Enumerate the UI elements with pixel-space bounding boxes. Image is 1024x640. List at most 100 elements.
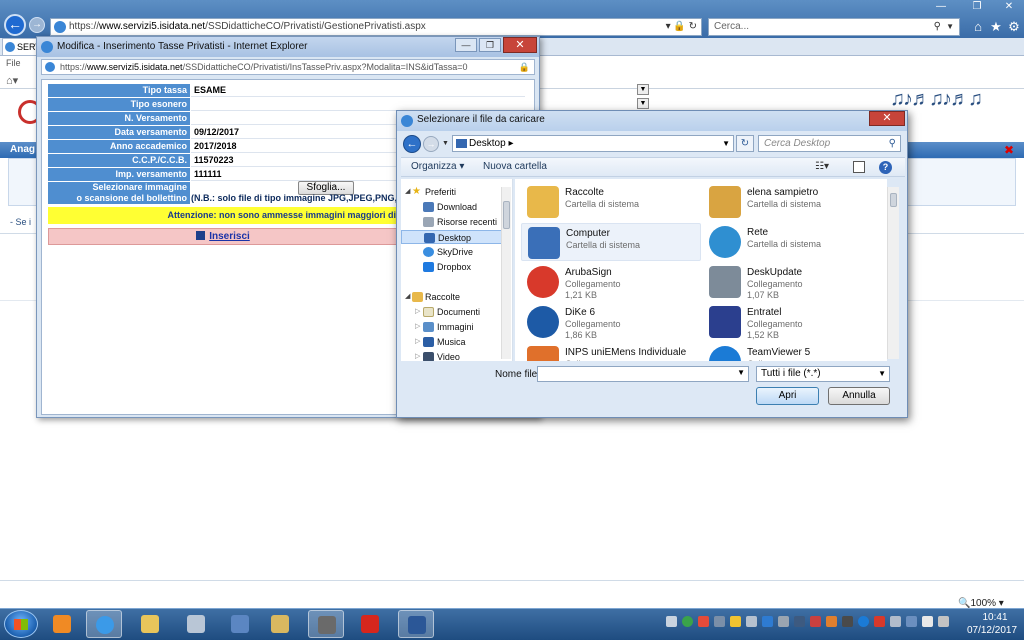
taskbar-calculator[interactable] <box>178 610 214 638</box>
tray-icon[interactable] <box>890 616 901 627</box>
chevron-right-icon[interactable]: ▸ <box>508 138 513 149</box>
scroll-thumb[interactable] <box>890 193 897 207</box>
tray-icon[interactable] <box>826 616 837 627</box>
file-item[interactable]: Rete Cartella di sistema <box>703 223 883 261</box>
file-item[interactable]: ArubaSign Collegamento 1,21 KB <box>521 263 701 301</box>
close-button[interactable]: ✕ <box>998 0 1020 14</box>
nav-item-video[interactable]: ▷ Video <box>401 350 509 361</box>
popup-close-button[interactable]: ✕ <box>503 37 537 53</box>
open-button[interactable]: Apri <box>756 387 819 405</box>
recent-locations-icon[interactable]: ▼ <box>442 140 449 147</box>
search-icon[interactable]: ⚲ <box>889 136 896 151</box>
nav-item-musica[interactable]: ▷ Musica <box>401 335 509 349</box>
tray-icon[interactable] <box>730 616 741 627</box>
nav-item-dropbox[interactable]: Dropbox <box>401 260 509 274</box>
nav-scrollbar[interactable] <box>501 187 511 359</box>
home-icon[interactable]: ⌂ <box>970 19 986 35</box>
taskbar-film-app[interactable] <box>308 610 344 638</box>
tray-icon[interactable] <box>874 616 885 627</box>
menu-file[interactable]: File <box>6 58 21 68</box>
flag-icon[interactable] <box>922 616 933 627</box>
tray-icon[interactable] <box>858 616 869 627</box>
expand-icon[interactable]: ▷ <box>415 335 420 349</box>
chevron-down-icon[interactable]: ▼ <box>878 367 886 381</box>
nav-item-download[interactable]: Download <box>401 200 509 214</box>
tipo-tassa-select[interactable]: ESAME ▼ <box>191 84 649 97</box>
gear-icon[interactable]: ⚙ <box>1006 19 1022 35</box>
tray-icon[interactable] <box>762 616 773 627</box>
forward-button[interactable]: → <box>423 136 439 152</box>
file-item[interactable]: DeskUpdate Collegamento 1,07 KB <box>703 263 883 301</box>
new-folder-button[interactable]: Nuova cartella <box>483 161 547 172</box>
refresh-button[interactable]: ↻ <box>736 135 754 152</box>
nav-item-recent[interactable]: Risorse recenti <box>401 215 509 229</box>
home-small-icon[interactable]: ⌂▾ <box>6 74 18 87</box>
tray-icon[interactable] <box>810 616 821 627</box>
file-item[interactable]: elena sampietro Cartella di sistema <box>703 183 883 221</box>
tray-icon[interactable] <box>714 616 725 627</box>
nav-item-documenti[interactable]: ▷ Documenti <box>401 305 509 319</box>
tray-icon[interactable] <box>842 616 853 627</box>
taskbar-explorer[interactable] <box>132 610 168 638</box>
chevron-down-icon[interactable]: ▼ <box>637 98 649 109</box>
tray-icon[interactable] <box>778 616 789 627</box>
filename-input[interactable]: ▼ <box>537 366 749 382</box>
tray-icon[interactable] <box>698 616 709 627</box>
maximize-button[interactable]: ❐ <box>966 0 988 14</box>
nav-group-raccolte[interactable]: ◢ Raccolte <box>401 290 509 304</box>
file-item[interactable]: Raccolte Cartella di sistema <box>521 183 701 221</box>
expand-icon[interactable]: ▷ <box>415 320 420 334</box>
nav-group-preferiti[interactable]: ◢ ★ Preferiti <box>401 185 509 199</box>
dialog-close-button[interactable]: ✕ <box>869 111 905 126</box>
back-button[interactable]: ← <box>4 14 26 36</box>
file-item[interactable]: Computer Cartella di sistema <box>521 223 701 261</box>
browser-tab[interactable]: SERV <box>2 38 38 56</box>
tray-icon[interactable] <box>794 616 805 627</box>
chevron-down-icon[interactable]: ▼ <box>737 368 745 377</box>
tray-icon[interactable] <box>906 616 917 627</box>
cancel-button[interactable]: Annulla <box>828 387 890 405</box>
chevron-down-icon[interactable]: ▼ <box>946 19 954 35</box>
nav-item-immagini[interactable]: ▷ Immagini <box>401 320 509 334</box>
chevron-down-icon[interactable]: ▼ <box>722 136 730 151</box>
expand-icon[interactable]: ▷ <box>415 305 420 319</box>
forward-button[interactable]: → <box>29 17 45 33</box>
file-scrollbar[interactable] <box>887 187 899 359</box>
clock-time[interactable]: 10:41 <box>970 612 1020 623</box>
address-tools-icon[interactable]: ▾ 🔒 ↻ <box>666 19 697 35</box>
search-input[interactable]: Cerca Desktop ⚲ <box>758 135 901 152</box>
clock-date[interactable]: 07/12/2017 <box>962 625 1022 636</box>
file-item[interactable]: DiKe 6 Collegamento 1,86 KB <box>521 303 701 341</box>
tray-icon[interactable] <box>666 616 677 627</box>
expand-icon[interactable]: ▷ <box>415 350 420 361</box>
file-item[interactable]: Entratel Collegamento 1,52 KB <box>703 303 883 341</box>
insert-link[interactable]: Inserisci <box>209 231 250 242</box>
expand-icon[interactable]: ◢ <box>405 185 410 199</box>
taskbar-internet-explorer[interactable] <box>86 610 122 638</box>
chevron-down-icon[interactable]: ▼ <box>637 84 649 95</box>
taskbar-acrobat[interactable] <box>352 610 388 638</box>
start-button[interactable] <box>4 610 38 638</box>
taskbar-word[interactable] <box>398 610 434 638</box>
nav-item-desktop[interactable]: Desktop <box>401 230 509 244</box>
taskbar-media-player[interactable] <box>44 610 80 638</box>
file-item[interactable]: TeamViewer 5 Collegamento <box>703 343 883 361</box>
location-bar[interactable]: Desktop ▸ ▼ <box>452 135 734 152</box>
popup-maximize-button[interactable]: ❐ <box>479 38 501 52</box>
address-bar[interactable]: https://www.servizi5.isidata.net/SSDidat… <box>50 18 702 36</box>
scroll-thumb[interactable] <box>503 201 510 229</box>
organize-menu[interactable]: Organizza ▾ <box>411 161 464 172</box>
view-options-icon[interactable]: ☷▾ <box>815 161 829 173</box>
tray-icon[interactable] <box>746 616 757 627</box>
popup-address-bar[interactable]: https://www.servizi5.isidata.net/SSDidat… <box>41 59 535 75</box>
back-button[interactable]: ← <box>403 135 421 153</box>
minimize-button[interactable]: — <box>930 0 952 14</box>
taskbar-network-app[interactable] <box>222 610 258 638</box>
taskbar-files[interactable] <box>262 610 298 638</box>
favorites-star-icon[interactable]: ★ <box>988 19 1004 35</box>
file-item[interactable]: INPS uniEMens Individuale Collegamento <box>521 343 701 361</box>
filetype-select[interactable]: Tutti i file (*.*) ▼ <box>756 366 890 382</box>
search-icon[interactable]: ⚲ <box>934 19 941 35</box>
tray-icon[interactable] <box>682 616 693 627</box>
volume-icon[interactable] <box>938 616 949 627</box>
